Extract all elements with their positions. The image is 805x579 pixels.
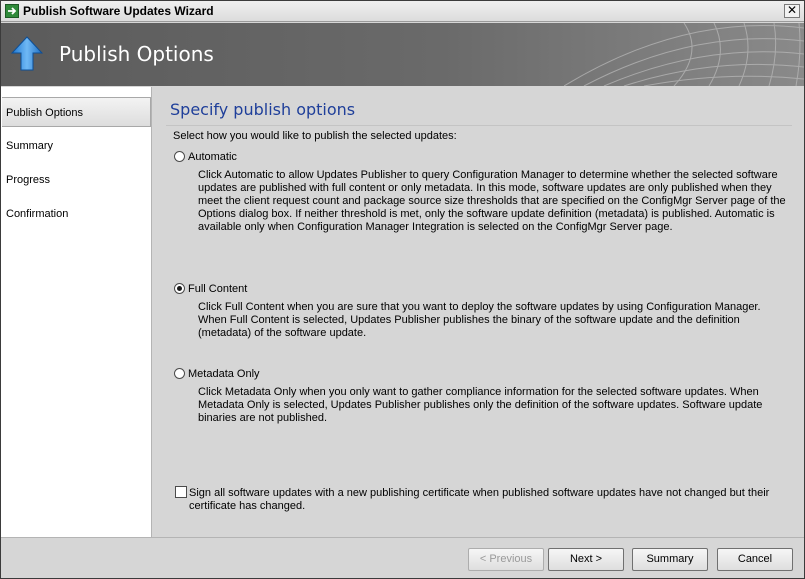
sidebar-item-summary[interactable]: Summary [2,131,151,161]
automatic-radio-label[interactable]: Automatic [188,151,237,163]
metadata-only-radio-label[interactable]: Metadata Only [188,368,260,380]
full-content-radio-label[interactable]: Full Content [188,283,247,295]
close-icon[interactable]: ✕ [784,4,800,18]
up-arrow-icon [10,36,44,75]
wizard-footer: < Previous Next > Summary Cancel [1,537,804,578]
automatic-description: Click Automatic to allow Updates Publish… [198,169,786,233]
cancel-button[interactable]: Cancel [717,548,793,571]
sidebar-item-confirmation[interactable]: Confirmation [2,199,151,229]
title-bar: Publish Software Updates Wizard ✕ [1,1,804,22]
banner-decoration [564,23,804,86]
wizard-window: Publish Software Updates Wizard ✕ Publis… [0,0,805,579]
next-button[interactable]: Next > [548,548,624,571]
sign-certificate-label[interactable]: Sign all software updates with a new pub… [189,487,789,513]
metadata-only-radio[interactable] [174,368,185,379]
full-content-description: Click Full Content when you are sure tha… [198,301,761,339]
section-heading: Specify publish options [170,100,356,119]
metadata-only-description: Click Metadata Only when you only want t… [198,386,763,424]
summary-button[interactable]: Summary [632,548,708,571]
page-title: Publish Options [59,42,214,66]
heading-divider [166,125,792,126]
wizard-steps-sidebar: Publish Options Summary Progress Confirm… [1,87,152,537]
sidebar-item-progress[interactable]: Progress [2,165,151,195]
publish-prompt: Select how you would like to publish the… [173,130,457,142]
wizard-app-icon [5,4,19,18]
main-content: Specify publish options Select how you w… [153,87,804,537]
header-banner: Publish Options [1,23,804,86]
automatic-radio[interactable] [174,151,185,162]
window-title: Publish Software Updates Wizard [23,4,214,18]
full-content-radio[interactable] [174,283,185,294]
previous-button[interactable]: < Previous [468,548,544,571]
sign-certificate-checkbox[interactable] [175,486,187,498]
sidebar-item-publish-options[interactable]: Publish Options [2,97,151,127]
